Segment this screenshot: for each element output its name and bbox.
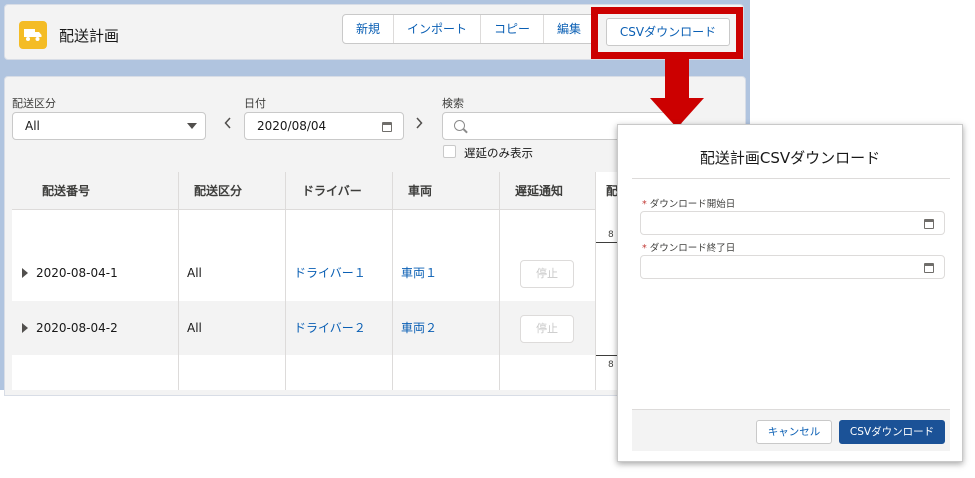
start-date-label: * ダウンロード開始日 [642,196,735,210]
column-divider [178,172,179,390]
column-divider [392,172,393,390]
csv-download-button[interactable]: CSVダウンロード [606,18,730,46]
partial-column-value: 8 [608,230,614,240]
arrow-shaft [665,56,689,100]
date-input-value: 2020/08/04 [257,119,327,133]
end-date-label-text: ダウンロード終了日 [649,243,736,254]
csv-download-submit-button[interactable]: CSVダウンロード [839,420,945,444]
driver-link[interactable]: ドライバー２ [294,301,366,355]
delivery-id: 2020-08-04-2 [36,321,118,335]
delivery-table: 配送番号 配送区分 ドライバー 車両 遅延通知 2020-08-04-1 All… [12,172,596,390]
type-filter-label: 配送区分 [12,97,56,110]
calendar-icon[interactable] [924,219,934,229]
search-icon [454,120,465,131]
truck-icon [19,21,47,49]
caret-down-icon [187,123,197,129]
start-date-label-text: ダウンロード開始日 [649,199,736,210]
column-header-driver[interactable]: ドライバー [302,172,362,210]
chevron-left-icon[interactable] [224,117,232,133]
column-header-vehicle[interactable]: 車両 [408,172,432,210]
type-select[interactable]: All [12,112,206,140]
csv-download-modal: 配送計画CSVダウンロード * ダウンロード開始日 * ダウンロード終了日 キャ… [617,124,963,462]
column-divider [499,172,500,390]
modal-divider [632,178,950,179]
expand-icon[interactable] [22,268,28,278]
page-title: 配送計画 [59,27,120,45]
modal-footer: キャンセル CSVダウンロード [632,409,950,451]
header-button-group: 新規 インポート コピー 編集 [342,14,596,44]
delivery-type: All [187,321,202,335]
import-button[interactable]: インポート [394,15,482,43]
delay-only-checkbox[interactable] [443,145,456,158]
chevron-right-icon[interactable] [415,117,423,133]
new-button[interactable]: 新規 [343,15,395,43]
end-date-label: * ダウンロード終了日 [642,240,735,254]
date-input[interactable]: 2020/08/04 [244,112,404,140]
column-header-id[interactable]: 配送番号 [42,172,90,210]
driver-link[interactable]: ドライバー１ [294,246,366,300]
column-divider [285,172,286,390]
modal-title: 配送計画CSVダウンロード [699,149,881,167]
date-filter-label: 日付 [244,97,266,110]
vehicle-link[interactable]: 車両１ [401,246,437,300]
cancel-button[interactable]: キャンセル [756,420,832,444]
calendar-icon[interactable] [382,122,392,132]
partial-column-value: 8 [608,360,614,370]
expand-icon[interactable] [22,323,28,333]
stop-button[interactable]: 停止 [520,260,574,288]
delivery-id: 2020-08-04-1 [36,266,118,280]
type-select-value: All [25,119,40,133]
column-header-delay-notice[interactable]: 遅延通知 [515,172,563,210]
table-row[interactable]: 2020-08-04-2 All ドライバー２ 車両２ 停止 [12,301,596,355]
search-label: 検索 [442,97,464,110]
table-row[interactable]: 2020-08-04-1 All ドライバー１ 車両１ 停止 [12,246,596,300]
required-mark: * [642,243,647,254]
start-date-input[interactable] [640,211,945,235]
stop-button[interactable]: 停止 [520,315,574,343]
calendar-icon[interactable] [924,263,934,273]
table-header: 配送番号 配送区分 ドライバー 車両 遅延通知 [12,172,596,210]
delivery-type: All [187,266,202,280]
delay-only-label: 遅延のみ表示 [464,146,533,160]
vehicle-link[interactable]: 車両２ [401,301,437,355]
required-mark: * [642,199,647,210]
edit-button[interactable]: 編集 [544,15,594,43]
copy-button[interactable]: コピー [481,15,545,43]
column-header-type[interactable]: 配送区分 [194,172,242,210]
end-date-input[interactable] [640,255,945,279]
